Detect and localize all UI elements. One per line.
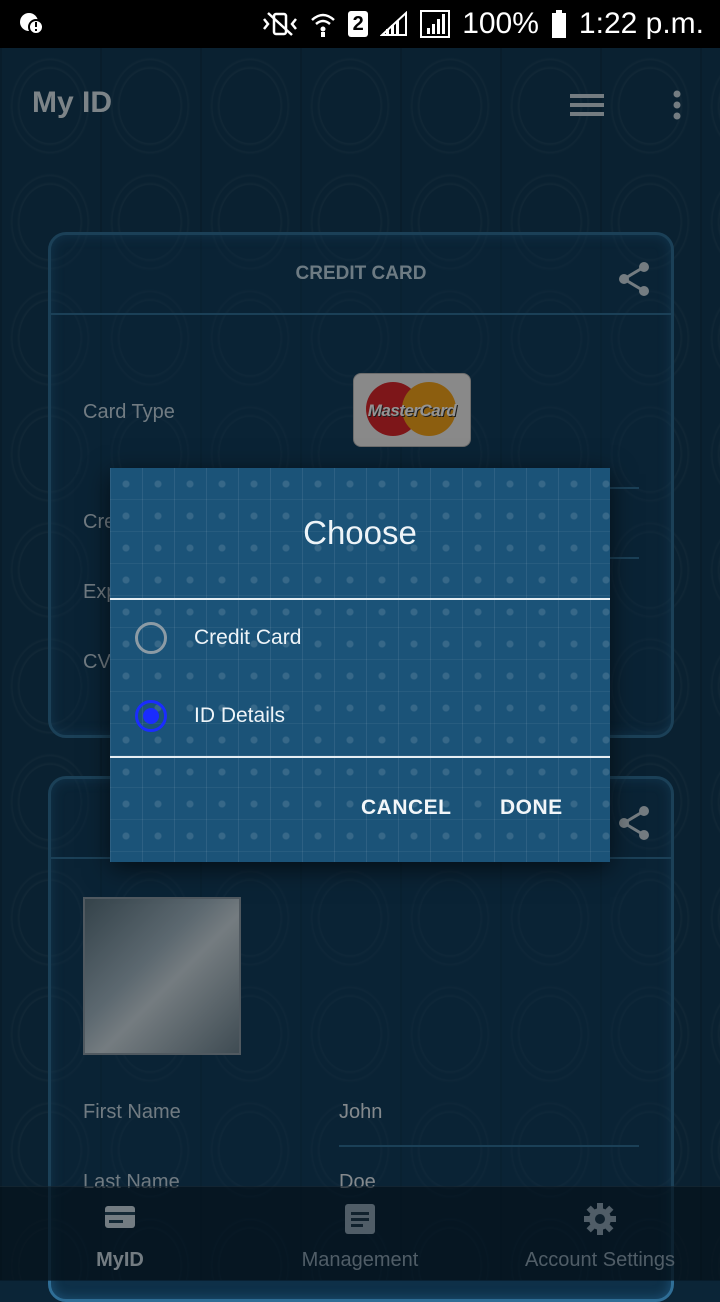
radio-id-details[interactable] <box>135 700 167 732</box>
choose-dialog: Choose Credit Card ID Details CANCEL DON… <box>110 468 610 862</box>
wifi-icon <box>311 13 336 37</box>
option-credit-card[interactable]: Credit Card <box>110 602 610 674</box>
status-bar: 2 100% 1:22 p.m. <box>0 0 720 48</box>
clock: 1:22 p.m. <box>578 7 704 40</box>
system-status: 2 100% 1:22 p.m. <box>262 0 704 48</box>
cancel-button[interactable]: CANCEL <box>361 796 452 820</box>
signal-icon <box>380 11 408 36</box>
done-button[interactable]: DONE <box>500 796 563 820</box>
sim-slot-badge: 2 <box>348 11 369 37</box>
vibrate-off-icon <box>263 12 298 36</box>
dialog-divider-top <box>110 598 610 600</box>
battery-icon <box>551 10 566 38</box>
dialog-title: Choose <box>303 514 417 551</box>
option-label-credit-card: Credit Card <box>194 626 302 649</box>
sync-alert-icon <box>20 13 44 35</box>
signal-boxed-icon <box>420 10 451 38</box>
dialog-divider-bottom <box>110 756 610 758</box>
battery-percent: 100% <box>462 7 539 40</box>
option-label-id-details: ID Details <box>194 704 286 727</box>
radio-credit-card[interactable] <box>135 622 167 654</box>
option-id-details[interactable]: ID Details <box>110 680 610 752</box>
